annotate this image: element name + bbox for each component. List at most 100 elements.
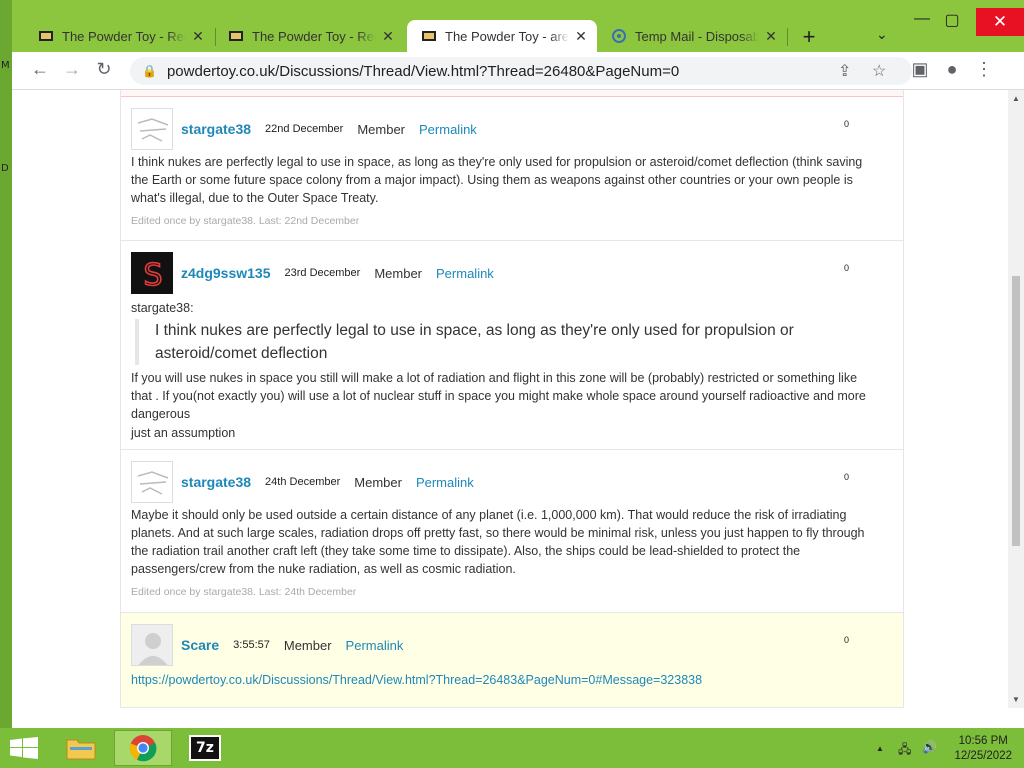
post-body-container: stargate38: I think nukes are perfectly … (131, 299, 879, 442)
menu-icon[interactable]: ⋮ (972, 59, 996, 80)
maximize-button[interactable]: ▢ (942, 10, 962, 30)
forum-post: S z4dg9ssw135 23rd December Member Perma… (121, 241, 903, 450)
tab-separator (787, 28, 788, 46)
back-button[interactable]: ← (28, 59, 52, 80)
temp-mail-favicon-icon (612, 29, 626, 43)
desktop-edge: M D (0, 0, 12, 728)
tab-title: The Powder Toy - are nu (445, 28, 569, 44)
folder-icon (66, 739, 96, 760)
scroll-up-arrow-icon[interactable]: ▲ (1008, 94, 1024, 103)
taskbar-file-explorer[interactable] (52, 730, 110, 766)
tab-2[interactable]: The Powder Toy - Regis ✕ (214, 20, 404, 52)
tab-4[interactable]: Temp Mail - Disposable ✕ (597, 20, 787, 52)
post-role: Member (354, 474, 402, 490)
scroll-down-arrow-icon[interactable]: ▼ (1008, 695, 1024, 704)
post-body: I think nukes are perfectly legal to use… (131, 155, 863, 205)
avatar[interactable] (131, 108, 173, 150)
post-role: Member (357, 121, 406, 137)
network-icon[interactable]: 🖧 (898, 740, 911, 761)
address-bar[interactable]: 🔒 powdertoy.co.uk/Discussions/Thread/Vie… (130, 57, 912, 85)
permalink-link[interactable]: Permalink (419, 122, 477, 137)
tab-search-button[interactable]: ⌄ (876, 26, 888, 43)
sketch-avatar-icon (137, 471, 169, 495)
lock-icon[interactable]: 🔒 (142, 64, 157, 78)
avatar[interactable] (131, 624, 173, 666)
s-logo-avatar-icon: S (132, 253, 172, 293)
edit-note: Edited once by stargate38. Last: 24th De… (131, 586, 357, 598)
post-username[interactable]: z4dg9ssw135 (181, 265, 271, 281)
taskbar-7zip[interactable]: 7z (176, 730, 234, 766)
tab-strip: The Powder Toy - Regis ✕ The Powder Toy … (12, 0, 1024, 52)
quoted-text: I think nukes are perfectly legal to use… (135, 319, 879, 365)
taskbar: 7z ▲ 🖧 🔊 10:56 PM 12/25/2022 (0, 728, 1024, 768)
tab-title: The Powder Toy - Regis (62, 28, 186, 44)
desktop-glyph: D (1, 163, 9, 174)
thread-container: stargate38 22nd December Member Permalin… (120, 90, 904, 708)
tab-close-icon[interactable]: ✕ (573, 28, 589, 45)
tab-close-icon[interactable]: ✕ (763, 28, 779, 45)
page-viewport: stargate38 22nd December Member Permalin… (12, 90, 1024, 708)
page-scrollbar[interactable]: ▲ ▼ (1008, 90, 1024, 708)
share-icon[interactable]: ⇪ (838, 61, 851, 81)
forum-post-highlighted: Scare 3:55:57 Member Permalink 0 https:/… (121, 613, 903, 708)
post-score: 0 (843, 635, 849, 645)
scroll-thumb[interactable] (1012, 276, 1020, 546)
permalink-link[interactable]: Permalink (416, 475, 474, 490)
windows-start-icon[interactable] (10, 737, 38, 759)
quote-author: stargate38: (131, 301, 194, 315)
post-header: stargate38 22nd December Member Permalin… (131, 108, 881, 150)
tab-title: Temp Mail - Disposable (635, 28, 759, 44)
post-role: Member (283, 637, 332, 653)
tab-close-icon[interactable]: ✕ (190, 28, 206, 45)
post-date: 3:55:57 (233, 639, 270, 651)
permalink-link[interactable]: Permalink (346, 638, 404, 653)
post-date: 22nd December (265, 123, 344, 135)
volume-icon[interactable]: 🔊 (922, 740, 937, 754)
post-score: 0 (843, 472, 849, 482)
page-margin-left (12, 90, 120, 708)
browser-window: The Powder Toy - Regis ✕ The Powder Toy … (12, 0, 1024, 728)
forum-post: stargate38 24th December Member Permalin… (121, 450, 903, 613)
taskbar-chrome[interactable] (114, 730, 172, 766)
forward-button[interactable]: → (60, 59, 84, 80)
minimize-button[interactable]: — (912, 10, 932, 28)
side-panel-icon[interactable]: ▣ (908, 59, 932, 80)
tab-close-icon[interactable]: ✕ (380, 28, 396, 45)
bookmark-star-icon[interactable]: ☆ (872, 61, 886, 81)
post-username[interactable]: stargate38 (181, 121, 251, 137)
tab-3-active[interactable]: The Powder Toy - are nu ✕ (407, 20, 597, 52)
post-username[interactable]: stargate38 (181, 474, 251, 490)
forum-post: stargate38 22nd December Member Permalin… (121, 97, 903, 241)
default-user-avatar-icon (132, 625, 172, 665)
clock-time: 10:56 PM (958, 735, 1008, 747)
tab-title: The Powder Toy - Regis (252, 28, 376, 44)
post-body: Maybe it should only be used outside a c… (131, 508, 865, 576)
new-tab-button[interactable]: + (797, 24, 821, 50)
powder-toy-favicon-icon (39, 31, 53, 41)
post-link[interactable]: https://powdertoy.co.uk/Discussions/Thre… (131, 671, 879, 689)
post-date: 23rd December (284, 267, 361, 279)
post-username[interactable]: Scare (181, 637, 219, 653)
edit-note: Edited once by stargate38. Last: 22nd De… (131, 215, 360, 227)
show-hidden-icons-chevron-icon[interactable]: ▲ (876, 744, 884, 753)
system-clock[interactable]: 10:56 PM 12/25/2022 (954, 734, 1012, 764)
permalink-link[interactable]: Permalink (436, 266, 494, 281)
clock-date: 12/25/2022 (954, 750, 1012, 762)
reload-button[interactable]: ↻ (92, 59, 116, 80)
previous-post-edge (121, 90, 903, 97)
avatar[interactable]: S (131, 252, 173, 294)
tab-1[interactable]: The Powder Toy - Regis ✕ (24, 20, 214, 52)
sketch-avatar-icon (137, 118, 169, 142)
post-header: S z4dg9ssw135 23rd December Member Perma… (131, 252, 881, 294)
url-text[interactable]: powdertoy.co.uk/Discussions/Thread/View.… (167, 63, 679, 80)
avatar[interactable] (131, 461, 173, 503)
post-score: 0 (843, 119, 849, 129)
post-date: 24th December (265, 476, 341, 488)
powder-toy-favicon-icon (422, 31, 436, 41)
post-body: If you will use nukes in space you still… (131, 371, 866, 421)
svg-text:S: S (143, 258, 162, 293)
post-header: stargate38 24th December Member Permalin… (131, 461, 881, 503)
chrome-icon (129, 735, 157, 762)
close-window-button[interactable]: ✕ (976, 8, 1024, 36)
profile-icon[interactable]: ● (940, 59, 964, 80)
